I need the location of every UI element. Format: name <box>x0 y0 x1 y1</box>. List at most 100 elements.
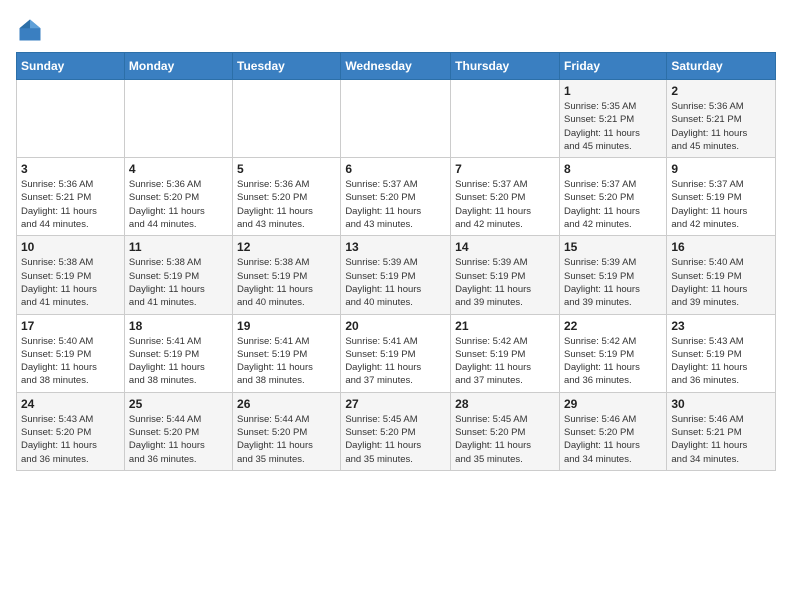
day-info: Sunrise: 5:35 AM Sunset: 5:21 PM Dayligh… <box>564 100 662 153</box>
calendar-cell <box>124 80 232 158</box>
calendar-weekday-sunday: Sunday <box>17 53 125 80</box>
calendar-cell: 2 Sunrise: 5:36 AM Sunset: 5:21 PM Daylig… <box>667 80 776 158</box>
calendar-week-row: 17Sunrise: 5:40 AM Sunset: 5:19 PM Dayli… <box>17 314 776 392</box>
calendar-cell <box>451 80 560 158</box>
day-info: Sunrise: 5:37 AM Sunset: 5:20 PM Dayligh… <box>345 178 446 231</box>
calendar-cell: 21 Sunrise: 5:42 AM Sunset: 5:19 PM Dayli… <box>451 314 560 392</box>
page-header <box>16 16 776 44</box>
calendar-cell: 27Sunrise: 5:45 AM Sunset: 5:20 PM Dayli… <box>341 392 451 470</box>
day-number: 6 <box>345 162 446 176</box>
calendar-cell: 18 Sunrise: 5:41 AM Sunset: 5:19 PM Dayli… <box>124 314 232 392</box>
calendar-cell: 19 Sunrise: 5:41 AM Sunset: 5:19 PM Dayli… <box>233 314 341 392</box>
calendar-cell: 30 Sunrise: 5:46 AM Sunset: 5:21 PM Dayli… <box>667 392 776 470</box>
calendar-weekday-thursday: Thursday <box>451 53 560 80</box>
day-info: Sunrise: 5:37 AM Sunset: 5:20 PM Dayligh… <box>564 178 662 231</box>
calendar-cell <box>233 80 341 158</box>
day-info: Sunrise: 5:38 AM Sunset: 5:19 PM Dayligh… <box>21 256 120 309</box>
calendar-cell: 16 Sunrise: 5:40 AM Sunset: 5:19 PM Dayli… <box>667 236 776 314</box>
calendar-cell: 7 Sunrise: 5:37 AM Sunset: 5:20 PM Daylig… <box>451 158 560 236</box>
calendar-cell: 17Sunrise: 5:40 AM Sunset: 5:19 PM Dayli… <box>17 314 125 392</box>
calendar-cell <box>17 80 125 158</box>
day-number: 26 <box>237 397 336 411</box>
logo-icon <box>16 16 44 44</box>
day-number: 15 <box>564 240 662 254</box>
day-number: 7 <box>455 162 555 176</box>
calendar-weekday-saturday: Saturday <box>667 53 776 80</box>
day-info: Sunrise: 5:42 AM Sunset: 5:19 PM Dayligh… <box>455 335 555 388</box>
day-info: Sunrise: 5:38 AM Sunset: 5:19 PM Dayligh… <box>237 256 336 309</box>
calendar-weekday-wednesday: Wednesday <box>341 53 451 80</box>
calendar-cell: 29 Sunrise: 5:46 AM Sunset: 5:20 PM Dayli… <box>559 392 666 470</box>
day-info: Sunrise: 5:38 AM Sunset: 5:19 PM Dayligh… <box>129 256 228 309</box>
calendar-cell: 6 Sunrise: 5:37 AM Sunset: 5:20 PM Daylig… <box>341 158 451 236</box>
calendar-cell: 10Sunrise: 5:38 AM Sunset: 5:19 PM Dayli… <box>17 236 125 314</box>
calendar-cell: 8 Sunrise: 5:37 AM Sunset: 5:20 PM Daylig… <box>559 158 666 236</box>
day-number: 24 <box>21 397 120 411</box>
day-number: 21 <box>455 319 555 333</box>
calendar-cell: 25 Sunrise: 5:44 AM Sunset: 5:20 PM Dayli… <box>124 392 232 470</box>
calendar-cell: 14Sunrise: 5:39 AM Sunset: 5:19 PM Dayli… <box>451 236 560 314</box>
day-number: 25 <box>129 397 228 411</box>
calendar-cell: 28Sunrise: 5:45 AM Sunset: 5:20 PM Dayli… <box>451 392 560 470</box>
calendar-weekday-tuesday: Tuesday <box>233 53 341 80</box>
day-info: Sunrise: 5:39 AM Sunset: 5:19 PM Dayligh… <box>345 256 446 309</box>
day-number: 9 <box>671 162 771 176</box>
logo <box>16 16 48 44</box>
calendar-cell: 24 Sunrise: 5:43 AM Sunset: 5:20 PM Dayli… <box>17 392 125 470</box>
calendar-cell: 23 Sunrise: 5:43 AM Sunset: 5:19 PM Dayli… <box>667 314 776 392</box>
day-info: Sunrise: 5:36 AM Sunset: 5:20 PM Dayligh… <box>129 178 228 231</box>
day-number: 5 <box>237 162 336 176</box>
calendar-weekday-friday: Friday <box>559 53 666 80</box>
calendar-cell: 13 Sunrise: 5:39 AM Sunset: 5:19 PM Dayli… <box>341 236 451 314</box>
day-info: Sunrise: 5:45 AM Sunset: 5:20 PM Dayligh… <box>345 413 446 466</box>
day-number: 23 <box>671 319 771 333</box>
day-number: 18 <box>129 319 228 333</box>
day-info: Sunrise: 5:44 AM Sunset: 5:20 PM Dayligh… <box>237 413 336 466</box>
day-info: Sunrise: 5:46 AM Sunset: 5:21 PM Dayligh… <box>671 413 771 466</box>
day-number: 17 <box>21 319 120 333</box>
day-number: 4 <box>129 162 228 176</box>
day-number: 29 <box>564 397 662 411</box>
day-info: Sunrise: 5:41 AM Sunset: 5:19 PM Dayligh… <box>129 335 228 388</box>
day-info: Sunrise: 5:39 AM Sunset: 5:19 PM Dayligh… <box>455 256 555 309</box>
calendar-cell: 4 Sunrise: 5:36 AM Sunset: 5:20 PM Daylig… <box>124 158 232 236</box>
calendar-cell: 26 Sunrise: 5:44 AM Sunset: 5:20 PM Dayli… <box>233 392 341 470</box>
calendar-cell: 9 Sunrise: 5:37 AM Sunset: 5:19 PM Daylig… <box>667 158 776 236</box>
calendar-cell: 3 Sunrise: 5:36 AM Sunset: 5:21 PM Daylig… <box>17 158 125 236</box>
day-info: Sunrise: 5:45 AM Sunset: 5:20 PM Dayligh… <box>455 413 555 466</box>
day-info: Sunrise: 5:39 AM Sunset: 5:19 PM Dayligh… <box>564 256 662 309</box>
day-info: Sunrise: 5:46 AM Sunset: 5:20 PM Dayligh… <box>564 413 662 466</box>
calendar-week-row: 10Sunrise: 5:38 AM Sunset: 5:19 PM Dayli… <box>17 236 776 314</box>
day-number: 20 <box>345 319 446 333</box>
day-info: Sunrise: 5:36 AM Sunset: 5:20 PM Dayligh… <box>237 178 336 231</box>
day-info: Sunrise: 5:36 AM Sunset: 5:21 PM Dayligh… <box>21 178 120 231</box>
day-number: 19 <box>237 319 336 333</box>
calendar-header-row: SundayMondayTuesdayWednesdayThursdayFrid… <box>17 53 776 80</box>
calendar-weekday-monday: Monday <box>124 53 232 80</box>
day-number: 22 <box>564 319 662 333</box>
day-number: 13 <box>345 240 446 254</box>
day-number: 16 <box>671 240 771 254</box>
day-info: Sunrise: 5:40 AM Sunset: 5:19 PM Dayligh… <box>671 256 771 309</box>
calendar-week-row: 1 Sunrise: 5:35 AM Sunset: 5:21 PM Daylig… <box>17 80 776 158</box>
day-number: 3 <box>21 162 120 176</box>
calendar-cell <box>341 80 451 158</box>
day-info: Sunrise: 5:37 AM Sunset: 5:20 PM Dayligh… <box>455 178 555 231</box>
day-info: Sunrise: 5:43 AM Sunset: 5:20 PM Dayligh… <box>21 413 120 466</box>
day-info: Sunrise: 5:41 AM Sunset: 5:19 PM Dayligh… <box>237 335 336 388</box>
day-info: Sunrise: 5:37 AM Sunset: 5:19 PM Dayligh… <box>671 178 771 231</box>
day-info: Sunrise: 5:42 AM Sunset: 5:19 PM Dayligh… <box>564 335 662 388</box>
day-number: 30 <box>671 397 771 411</box>
calendar-cell: 5 Sunrise: 5:36 AM Sunset: 5:20 PM Daylig… <box>233 158 341 236</box>
calendar-week-row: 24 Sunrise: 5:43 AM Sunset: 5:20 PM Dayli… <box>17 392 776 470</box>
day-info: Sunrise: 5:43 AM Sunset: 5:19 PM Dayligh… <box>671 335 771 388</box>
day-info: Sunrise: 5:36 AM Sunset: 5:21 PM Dayligh… <box>671 100 771 153</box>
day-number: 8 <box>564 162 662 176</box>
day-info: Sunrise: 5:44 AM Sunset: 5:20 PM Dayligh… <box>129 413 228 466</box>
day-number: 2 <box>671 84 771 98</box>
day-info: Sunrise: 5:41 AM Sunset: 5:19 PM Dayligh… <box>345 335 446 388</box>
calendar-cell: 1 Sunrise: 5:35 AM Sunset: 5:21 PM Daylig… <box>559 80 666 158</box>
day-number: 11 <box>129 240 228 254</box>
day-number: 1 <box>564 84 662 98</box>
calendar-cell: 11 Sunrise: 5:38 AM Sunset: 5:19 PM Dayli… <box>124 236 232 314</box>
